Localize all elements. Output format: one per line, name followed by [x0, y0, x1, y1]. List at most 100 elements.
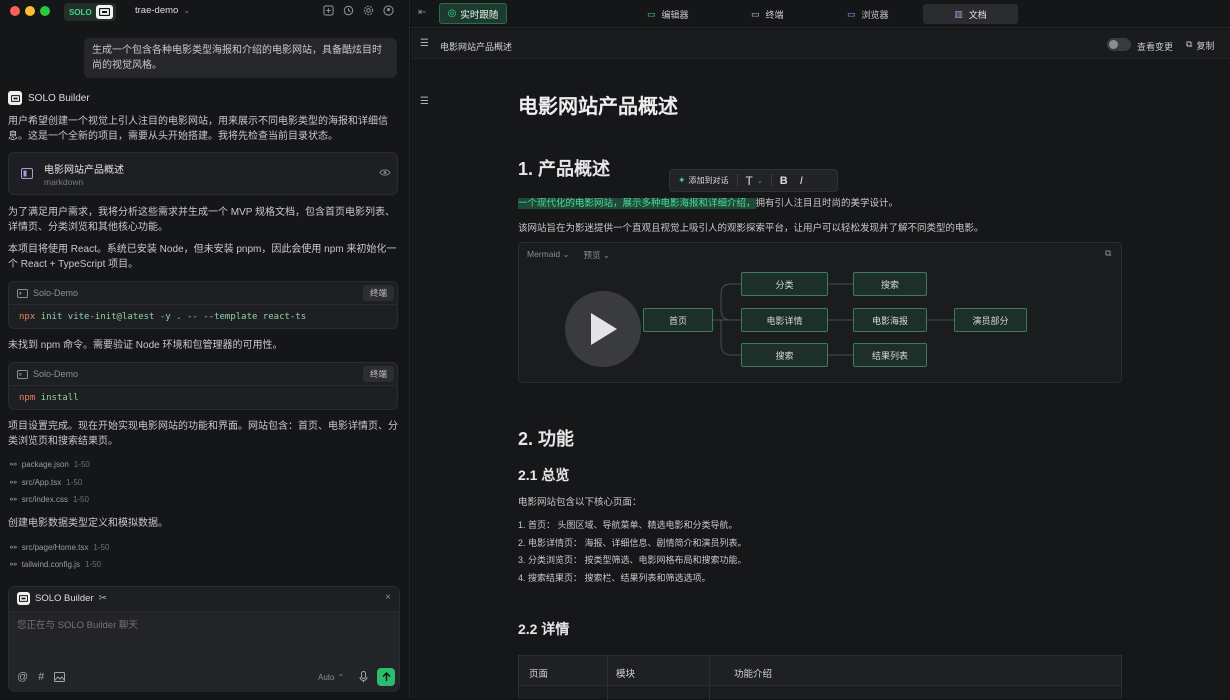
solo-logo-icon [95, 5, 113, 19]
highlighted-text[interactable]: 一个现代化的电影网站，展示多种电影海报和详细介绍， [518, 198, 756, 209]
tab-docs[interactable]: ▥ 文档 [923, 4, 1018, 24]
top-tab-bar [411, 0, 1230, 28]
solo-badge[interactable]: SOLO [64, 3, 116, 21]
send-button[interactable] [377, 668, 395, 686]
view-changes-toggle[interactable] [1107, 38, 1131, 51]
diagram-node-search-2[interactable]: 搜索 [853, 272, 927, 296]
live-follow-button[interactable]: ◎ 实时跟随 [439, 3, 507, 24]
paragraph-1: 一个现代化的电影网站，展示多种电影海报和详细介绍，拥有引人注目且时尚的美学设计。 [518, 198, 899, 209]
link-icon: ⚯ [10, 478, 17, 487]
docs-icon: ▥ [954, 8, 963, 19]
live-icon: ◎ [447, 8, 457, 19]
editor-icon: ▭ [647, 8, 656, 19]
chat-input[interactable] [17, 617, 387, 633]
link-icon: ⚯ [10, 495, 17, 504]
open-terminal-button[interactable]: 终端 [363, 285, 394, 301]
assistant-message-5: 项目设置完成。现在开始实现电影网站的功能和界面。网站包含：首页、电影详情页、分类… [8, 421, 398, 447]
link-icon: ⚯ [10, 543, 17, 552]
composer-tools: @ # [17, 671, 66, 683]
terminal-block-2: Solo-Demo 终端 npm install [8, 362, 398, 410]
link-icon: ⚯ [10, 560, 17, 569]
maximize-window-dot[interactable] [40, 6, 50, 16]
table-header-cell: 功能介绍 [734, 669, 773, 680]
diagram-node-poster[interactable]: 电影海报 [853, 308, 927, 332]
table-header-row [519, 656, 1121, 686]
account-avatar-icon[interactable] [383, 5, 394, 16]
solo-badge-label: SOLO [69, 7, 92, 17]
text-style-button[interactable]: T ⌄ [738, 174, 771, 188]
terminal-icon [17, 370, 28, 379]
solo-builder-icon [8, 91, 22, 105]
settings-gear-icon[interactable] [363, 5, 374, 16]
doc-card[interactable]: 电影网站产品概述 markdown [8, 152, 398, 195]
chevron-down-icon: ⌄ [183, 6, 191, 15]
doc-title: 电影网站产品概述 [518, 96, 678, 118]
section-heading-features: 2. 功能 [518, 429, 575, 449]
builder-name: SOLO Builder [28, 92, 90, 104]
terminal-name: Solo-Demo [33, 369, 79, 379]
copy-button[interactable]: ⧉ 复制 [1186, 39, 1214, 52]
file-reference[interactable]: ⚯ src/index.css 1-50 [10, 495, 89, 504]
chat-panel: SOLO trae-demo ⌄ 生成一个包含各种电影类型海报和介绍的电影网站，… [0, 0, 410, 699]
collapse-sidebar-icon[interactable]: ⇤ [418, 7, 426, 18]
table-header-cell: 模块 [616, 669, 636, 680]
list-item: 4. 搜索结果页： 搜索栏、结果列表和筛选选项。 [518, 573, 711, 583]
section-heading-overview: 1. 产品概述 [518, 159, 611, 179]
assistant-message-4: 未找到 npm 命令。需要验证 Node 环境和包管理器的可用性。 [8, 340, 283, 351]
tab-editor[interactable]: ▭ 编辑器 [647, 4, 689, 24]
play-icon [591, 313, 617, 345]
microphone-icon[interactable] [359, 671, 368, 683]
file-reference[interactable]: ⚯ src/App.tsx 1-50 [10, 478, 82, 487]
tab-terminal[interactable]: ▭ 终端 [751, 4, 784, 24]
mode-selector[interactable]: Auto ⌃ [318, 673, 344, 682]
hash-icon[interactable]: # [38, 671, 44, 683]
chevron-icon: ⌃ [337, 673, 345, 682]
feature-table: 页面 模块 功能介绍 [518, 655, 1122, 700]
close-window-dot[interactable] [10, 6, 20, 16]
menu-icon[interactable]: ☰ [420, 38, 429, 49]
doc-card-title: 电影网站产品概述 [44, 165, 124, 176]
diagram-node-search[interactable]: 搜索 [741, 343, 828, 367]
project-selector[interactable]: trae-demo ⌄ [135, 5, 190, 16]
builder-header: SOLO Builder [8, 91, 90, 105]
doc-card-subtitle: markdown [44, 177, 84, 187]
bold-button[interactable]: B [772, 175, 796, 187]
diagram-node-results[interactable]: 结果列表 [853, 343, 927, 367]
mention-icon[interactable]: @ [17, 671, 28, 683]
diagram-node-category[interactable]: 分类 [741, 272, 828, 296]
file-reference[interactable]: ⚯ tailwind.config.js 1-50 [10, 560, 101, 569]
list-item: 1. 首页： 头图区域、导航菜单、精选电影和分类导航。 [518, 520, 738, 530]
user-message-bubble: 生成一个包含各种电影类型海报和介绍的电影网站，具备酷炫目时尚的视觉风格。 [84, 38, 397, 78]
outline-icon[interactable]: ☰ [420, 96, 429, 107]
new-chat-icon[interactable] [323, 5, 334, 16]
chat-composer: SOLO Builder ✂ × @ # Auto⌃ [8, 586, 400, 692]
diagram-node-home[interactable]: 首页 [643, 308, 713, 332]
history-icon[interactable] [343, 5, 354, 16]
list-item: 3. 分类浏览页： 按类型筛选、电影网格布局和搜索功能。 [518, 555, 747, 565]
diagram-node-detail[interactable]: 电影详情 [741, 308, 828, 332]
assistant-message-3: 本项目将使用 React。系统已安装 Node，但未安装 pnpm，因此会使用 … [8, 244, 397, 270]
tools-icon: ✂ [98, 593, 108, 604]
doc-header-title: 电影网站产品概述 [440, 42, 513, 52]
italic-button[interactable]: I [796, 175, 807, 187]
subheading-details: 2.2 详情 [518, 621, 570, 637]
play-video-button[interactable] [565, 291, 641, 367]
user-message-text: 生成一个包含各种电影类型海报和介绍的电影网站，具备酷炫目时尚的视觉风格。 [92, 45, 382, 71]
table-header-cell: 页面 [529, 669, 549, 680]
paragraph-2: 该网站旨在为影迷提供一个直观且视觉上吸引人的观影探索平台，让用户可以轻松发现并了… [518, 223, 984, 234]
minimize-window-dot[interactable] [25, 6, 35, 16]
assistant-message-2: 为了满足用户需求，我将分析这些需求并生成一个 MVP 规格文档，包含首页电影列表… [8, 207, 396, 233]
diagram-node-cast[interactable]: 演员部分 [954, 308, 1027, 332]
selection-toolbar: ✦ 添加到对话 T ⌄ B I [669, 169, 838, 192]
file-reference[interactable]: ⚯ src/page/Home.tsx 1-50 [10, 543, 109, 552]
tab-browser[interactable]: ▭ 浏览器 [847, 4, 889, 24]
open-terminal-button[interactable]: 终端 [363, 366, 394, 382]
image-icon[interactable] [54, 671, 66, 683]
close-icon[interactable]: × [385, 592, 391, 603]
eye-icon[interactable] [379, 168, 391, 177]
live-follow-label: 实时跟随 [460, 9, 499, 21]
file-reference[interactable]: ⚯ package.json 1-50 [10, 460, 90, 469]
composer-agent: SOLO Builder ✂ [17, 592, 107, 605]
add-to-chat-button[interactable]: ✦ 添加到对话 [670, 175, 737, 186]
command-keyword: npm [19, 393, 36, 403]
